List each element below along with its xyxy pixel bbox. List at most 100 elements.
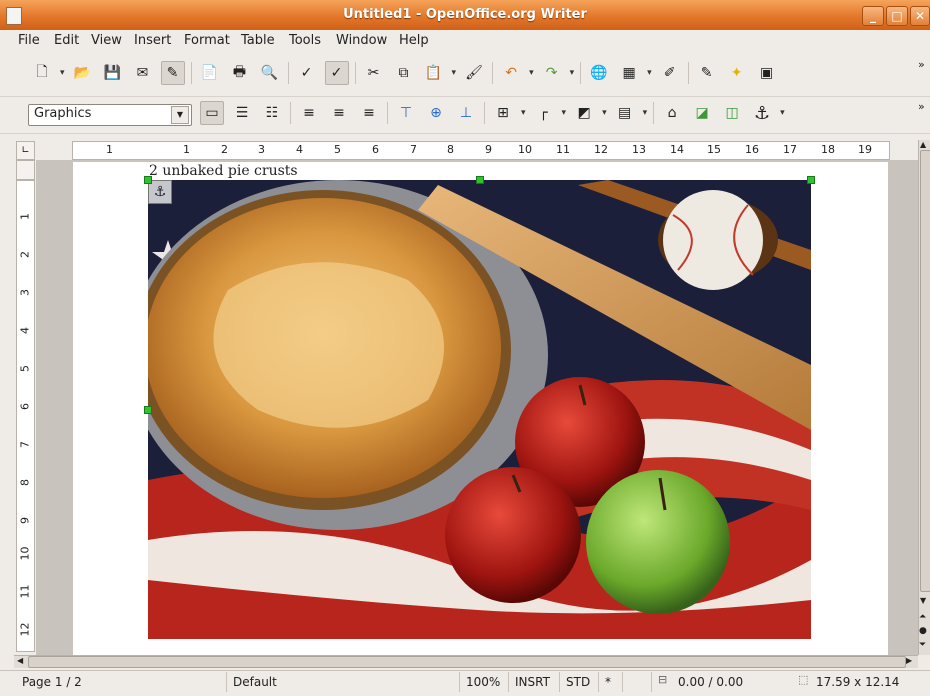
- menu-format[interactable]: Format: [184, 33, 230, 49]
- align-top-icon[interactable]: ⊤: [394, 101, 418, 125]
- line-style-dropdown-icon[interactable]: ▾: [562, 108, 567, 118]
- autospellcheck-icon[interactable]: ✓: [324, 61, 349, 85]
- redo-icon[interactable]: ↷: [540, 61, 564, 85]
- borders-icon[interactable]: ⊞: [491, 101, 515, 125]
- copy-icon[interactable]: ⧉: [392, 61, 416, 85]
- menu-help[interactable]: Help: [399, 33, 429, 49]
- navigation-icon[interactable]: ●: [919, 626, 927, 636]
- menu-insert[interactable]: Insert: [134, 33, 171, 49]
- style-dropdown-icon[interactable]: ▼: [171, 106, 189, 124]
- redo-dropdown-icon[interactable]: ▾: [570, 68, 575, 78]
- clone-formatting-icon[interactable]: 🖌: [462, 61, 486, 85]
- paste-dropdown-icon[interactable]: ▾: [452, 68, 457, 78]
- undo-dropdown-icon[interactable]: ▾: [529, 68, 534, 78]
- new-document-icon[interactable]: 🗋: [30, 61, 54, 85]
- line-style-icon[interactable]: ┌: [532, 101, 556, 125]
- print-icon[interactable]: 🖶: [228, 61, 252, 85]
- menu-file[interactable]: File: [18, 33, 40, 49]
- document-text[interactable]: 2 unbaked pie crusts: [149, 163, 298, 179]
- status-zoom[interactable]: 100%: [459, 672, 500, 692]
- send-to-back-icon[interactable]: ◫: [720, 101, 744, 125]
- border-color-icon[interactable]: ◩: [572, 101, 596, 125]
- hyperlink-icon[interactable]: 🌐: [587, 61, 611, 85]
- email-icon[interactable]: ✉: [131, 61, 155, 85]
- show-draw-functions-icon[interactable]: ✐: [658, 61, 682, 85]
- borders-dropdown-icon[interactable]: ▾: [521, 108, 526, 118]
- toolbar-overflow-icon[interactable]: »: [918, 100, 925, 113]
- anchor-icon[interactable]: ⚓: [750, 101, 774, 125]
- menu-edit[interactable]: Edit: [54, 33, 79, 49]
- vruler-label: 11: [18, 584, 32, 599]
- gallery-icon[interactable]: ✦: [725, 61, 749, 85]
- navigator-icon[interactable]: ✎: [695, 61, 719, 85]
- tab-type-icon[interactable]: ∟: [16, 141, 35, 160]
- vruler-label: 4: [18, 327, 32, 334]
- horizontal-ruler[interactable]: [72, 141, 890, 160]
- edit-file-icon[interactable]: ✎: [160, 61, 185, 85]
- data-sources-icon[interactable]: ▣: [755, 61, 779, 85]
- next-page-icon[interactable]: ⏷: [919, 640, 926, 650]
- align-center-icon[interactable]: ≡: [327, 101, 351, 125]
- toolbar-separator: [287, 62, 289, 84]
- optimal-wrap-icon[interactable]: ☷: [260, 101, 284, 125]
- ruler-label: 17: [783, 143, 797, 156]
- align-middle-icon[interactable]: ⊕: [424, 101, 448, 125]
- resize-handle[interactable]: [807, 176, 815, 184]
- scroll-right-icon[interactable]: ▶: [906, 656, 912, 665]
- background-color-icon[interactable]: ▤: [613, 101, 637, 125]
- close-button[interactable]: ✕: [910, 6, 930, 26]
- menu-window[interactable]: Window: [336, 33, 387, 49]
- paste-icon[interactable]: 📋: [422, 61, 446, 85]
- resize-handle[interactable]: [476, 176, 484, 184]
- page-preview-icon[interactable]: 🔍: [258, 61, 282, 85]
- resize-handle[interactable]: [144, 176, 152, 184]
- status-signature[interactable]: [622, 672, 651, 692]
- ruler-label: 6: [372, 143, 379, 156]
- toolbar-overflow-icon[interactable]: »: [918, 58, 925, 71]
- status-page[interactable]: Page 1 / 2: [16, 672, 82, 692]
- save-icon[interactable]: 💾: [101, 61, 125, 85]
- menu-tools[interactable]: Tools: [289, 33, 321, 49]
- vertical-scroll-thumb[interactable]: [920, 150, 930, 592]
- vruler-label: 2: [18, 251, 32, 258]
- toolbar-separator: [653, 102, 655, 124]
- maximize-button[interactable]: □: [886, 6, 908, 26]
- new-dropdown-icon[interactable]: ▾: [60, 68, 65, 78]
- undo-icon[interactable]: ↶: [499, 61, 523, 85]
- anchor-dropdown-icon[interactable]: ▾: [780, 108, 785, 118]
- menu-view[interactable]: View: [91, 33, 122, 49]
- align-bottom-icon[interactable]: ⊥: [454, 101, 478, 125]
- vruler-label: 5: [18, 365, 32, 372]
- resize-handle[interactable]: [144, 406, 152, 414]
- ruler-label: 14: [670, 143, 684, 156]
- open-icon[interactable]: 📂: [71, 61, 95, 85]
- ruler-label: 5: [334, 143, 341, 156]
- previous-page-icon[interactable]: ⏶: [919, 612, 926, 622]
- minimize-button[interactable]: _: [862, 6, 884, 26]
- scroll-down-icon[interactable]: ▼: [920, 596, 926, 605]
- status-page-style[interactable]: Default: [226, 672, 277, 692]
- spellcheck-icon[interactable]: ✓: [295, 61, 319, 85]
- scroll-left-icon[interactable]: ◀: [17, 656, 23, 665]
- inserted-image[interactable]: [148, 180, 811, 639]
- bring-to-front-icon[interactable]: ◪: [690, 101, 714, 125]
- cut-icon[interactable]: ✂: [362, 61, 386, 85]
- export-pdf-icon[interactable]: 📄: [198, 61, 222, 85]
- status-position: 0.00 / 0.00: [651, 672, 743, 692]
- table-icon[interactable]: ▦: [617, 61, 641, 85]
- menu-table[interactable]: Table: [241, 33, 275, 49]
- horizontal-scroll-thumb[interactable]: [28, 656, 906, 668]
- status-insert-mode[interactable]: INSRT: [508, 672, 550, 692]
- scroll-up-icon[interactable]: ▲: [920, 140, 926, 149]
- border-color-dropdown-icon[interactable]: ▾: [602, 108, 607, 118]
- status-selection-mode[interactable]: STD: [559, 672, 590, 692]
- wrap-off-icon[interactable]: ▭: [200, 101, 224, 125]
- style-select-value: Graphics: [34, 106, 92, 121]
- frame-properties-icon[interactable]: ⌂: [660, 101, 684, 125]
- page-wrap-icon[interactable]: ☰: [230, 101, 254, 125]
- background-dropdown-icon[interactable]: ▾: [643, 108, 648, 118]
- align-left-icon[interactable]: ≡: [297, 101, 321, 125]
- table-dropdown-icon[interactable]: ▾: [647, 68, 652, 78]
- align-right-icon[interactable]: ≡: [357, 101, 381, 125]
- ruler-label: 4: [296, 143, 303, 156]
